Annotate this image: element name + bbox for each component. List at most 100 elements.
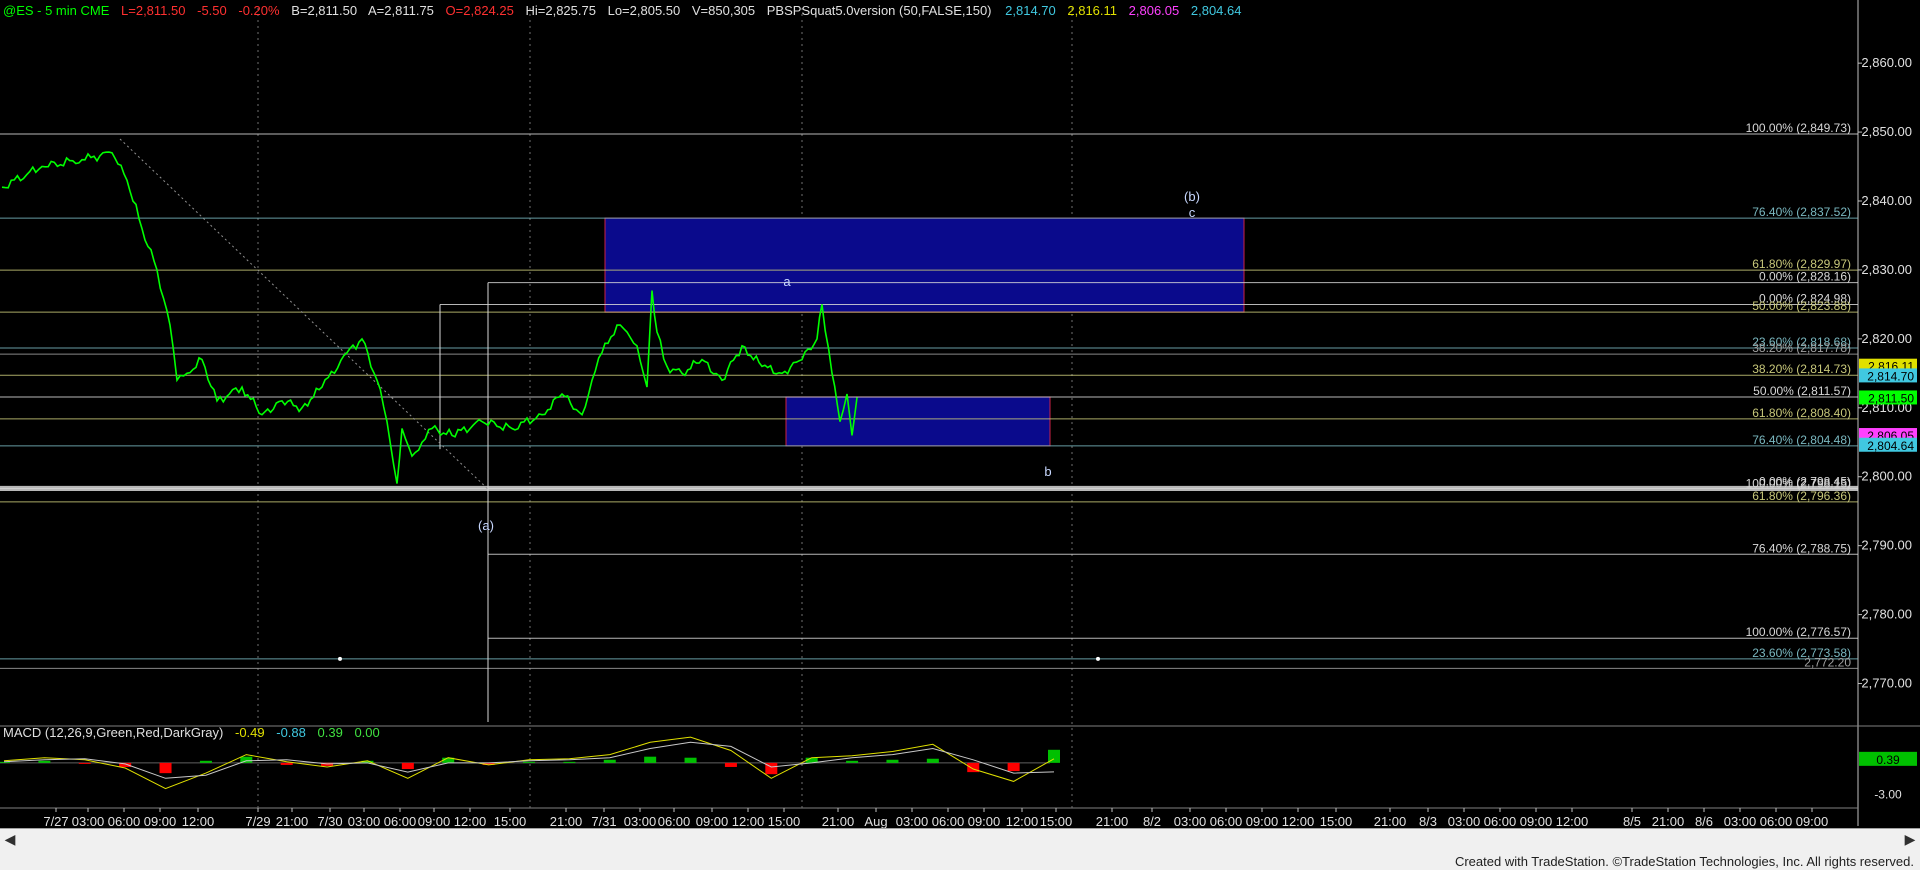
x-tick-label: 03:00	[1448, 814, 1481, 829]
fib-level-label: 38.20% (2,814.73)	[1752, 362, 1851, 376]
x-tick-label: 12:00	[182, 814, 215, 829]
x-tick-label: 12:00	[1006, 814, 1039, 829]
macd-histogram-bar	[644, 756, 657, 763]
x-tick-label: 03:00	[348, 814, 381, 829]
x-tick-label: 12:00	[454, 814, 487, 829]
y-tick-label: 2,860.00	[1861, 55, 1912, 70]
macd-zero-value: 0.00	[354, 725, 379, 740]
wave-label: a	[783, 274, 791, 289]
ask-price: A=2,811.75	[368, 3, 434, 18]
y-tick-label: 2,780.00	[1861, 607, 1912, 622]
last-price: L=2,811.50	[121, 3, 185, 18]
fib-level-label: 50.00% (2,823.88)	[1752, 299, 1851, 313]
x-tick-label: Aug	[864, 814, 887, 829]
header-line: @ES - 5 min CME L=2,811.50 -5.50 -0.20% …	[3, 3, 1241, 18]
x-tick-label: 03:00	[624, 814, 657, 829]
price-tag-label: 2,811.50	[1868, 391, 1914, 405]
price-tag-label: 2,804.64	[1867, 439, 1914, 453]
macd-avg-value: -0.88	[276, 725, 306, 740]
x-tick-label: 7/29	[245, 814, 270, 829]
x-tick-label: 03:00	[1724, 814, 1757, 829]
x-tick-label: 09:00	[1520, 814, 1553, 829]
macd-histogram-bar	[199, 760, 212, 763]
y-tick-label: 2,850.00	[1861, 124, 1912, 139]
macd-histogram-bar	[159, 762, 172, 774]
wave-label: (b)	[1184, 189, 1200, 204]
fib-level-label: 2,772.20	[1804, 655, 1851, 669]
price-series	[1, 151, 858, 484]
x-tick-label: 15:00	[768, 814, 801, 829]
x-tick-label: 8/5	[1623, 814, 1641, 829]
price-chart[interactable]: 100.00% (2,849.73) 76.40% (2,837.52) 61.80…	[0, 0, 1920, 870]
indicator-value-1: 2,814.70	[1005, 3, 1056, 18]
price-tag-label: 2,814.70	[1867, 369, 1914, 383]
fib-level-label: 76.40% (2,788.75)	[1752, 541, 1851, 555]
fib-level-label: 50.00% (2,811.57)	[1753, 384, 1851, 398]
macd-histogram-bar	[1007, 762, 1020, 772]
wave-label: c	[1189, 205, 1196, 220]
x-tick-label: 15:00	[1040, 814, 1073, 829]
y-tick-label: 2,820.00	[1861, 331, 1912, 346]
wave-label: b	[1044, 464, 1051, 479]
scroll-left-icon[interactable]: ◀	[2, 832, 18, 848]
fib-level-label: 100.00% (2,849.73)	[1746, 121, 1851, 135]
indicator-value-4: 2,804.64	[1191, 3, 1242, 18]
bid-price: B=2,811.50	[291, 3, 357, 18]
indicator-value-3: 2,806.05	[1129, 3, 1180, 18]
y-tick-label: 2,800.00	[1861, 469, 1912, 484]
marker-dot	[338, 656, 342, 661]
indicator-value-2: 2,816.11	[1067, 3, 1117, 18]
marker-dot	[1096, 656, 1100, 661]
wave-label: (a)	[478, 518, 494, 533]
macd-histogram-bar	[846, 760, 859, 763]
x-tick-label: 03:00	[1174, 814, 1207, 829]
macd-histogram-bar	[523, 761, 535, 763]
fib-level-label: 0.00% (2,798.45)	[1759, 474, 1851, 488]
x-tick-label: 15:00	[1320, 814, 1353, 829]
x-tick-label: 21:00	[276, 814, 309, 829]
x-tick-label: 12:00	[732, 814, 765, 829]
target-boxes	[604, 217, 1245, 447]
x-tick-label: 21:00	[550, 814, 583, 829]
time-axis: 7/27 03:00 06:00 09:00 12:00 7/29 21:00 7/30 03:…	[43, 808, 1828, 829]
open-price: O=2,824.25	[446, 3, 514, 18]
x-tick-label: 21:00	[1374, 814, 1407, 829]
net-change: -5.50	[197, 3, 227, 18]
x-tick-label: 7/30	[317, 814, 342, 829]
macd-histogram-bar	[280, 762, 293, 765]
x-tick-label: 06:00	[1484, 814, 1517, 829]
y-tick-label: 2,790.00	[1861, 538, 1912, 553]
macd-histogram-bar	[78, 762, 91, 764]
x-tick-label: 12:00	[1556, 814, 1589, 829]
x-tick-label: 21:00	[1096, 814, 1129, 829]
x-tick-label: 09:00	[1246, 814, 1279, 829]
y-tick-label: 2,840.00	[1861, 193, 1912, 208]
x-tick-label: 09:00	[696, 814, 729, 829]
high-price: Hi=2,825.75	[525, 3, 595, 18]
y-tick-label: 2,770.00	[1861, 676, 1912, 691]
fib-level-label: 100.00% (2,776.57)	[1746, 625, 1851, 639]
x-tick-label: 21:00	[822, 814, 855, 829]
x-tick-label: 06:00	[1760, 814, 1793, 829]
x-tick-label: 06:00	[932, 814, 965, 829]
x-tick-label: 06:00	[384, 814, 417, 829]
x-tick-label: 7/27	[43, 814, 68, 829]
macd-histogram-bar	[401, 762, 414, 770]
fib-level-label: 61.80% (2,796.36)	[1752, 489, 1851, 503]
x-tick-label: 06:00	[1210, 814, 1243, 829]
macd-histogram-bar	[724, 762, 737, 767]
scroll-right-icon[interactable]: ▶	[1902, 832, 1918, 848]
x-tick-label: 09:00	[144, 814, 177, 829]
x-tick-label: 15:00	[494, 814, 527, 829]
x-tick-label: 03:00	[72, 814, 105, 829]
horizontal-scrollbar[interactable]: ◀ ▶	[0, 828, 1920, 854]
macd-histogram-bar	[926, 758, 939, 763]
x-tick-label: 21:00	[1652, 814, 1685, 829]
x-tick-label: 03:00	[896, 814, 929, 829]
target-box-2	[785, 396, 1051, 447]
macd-histogram-bar	[886, 759, 899, 763]
fib-level-label: 61.80% (2,808.40)	[1752, 406, 1851, 420]
x-tick-label: 06:00	[658, 814, 691, 829]
x-tick-label: 06:00	[108, 814, 141, 829]
macd-panel: 0.39 -3.00	[0, 736, 1917, 802]
